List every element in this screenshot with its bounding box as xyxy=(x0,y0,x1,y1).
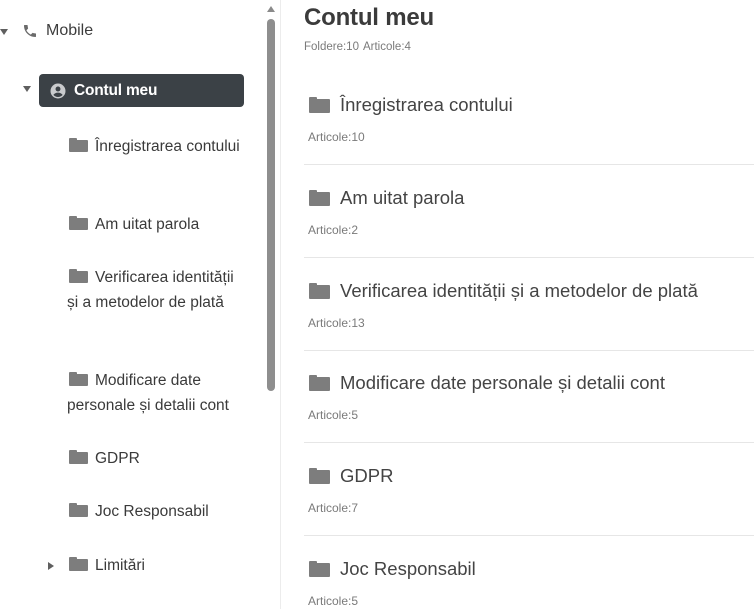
folder-card-title[interactable]: Joc Responsabil xyxy=(340,558,476,580)
sidebar-item-joc-responsabil[interactable]: Joc Responsabil xyxy=(67,499,247,524)
folder-card-title[interactable]: Verificarea identității și a metodelor d… xyxy=(340,280,698,302)
folder-card-title[interactable]: GDPR xyxy=(340,465,393,487)
folder-card-count: Articole:5 xyxy=(308,594,359,608)
expand-caret-mobile[interactable] xyxy=(0,29,8,35)
account-circle-icon xyxy=(50,83,66,98)
folder-card-count: Articole:2 xyxy=(308,223,359,237)
folder-card-count: Articole:5 xyxy=(308,408,359,422)
sidebar-item-label: Am uitat parola xyxy=(95,216,200,233)
expand-caret-contul-meu[interactable] xyxy=(23,86,31,92)
folder-icon xyxy=(309,468,330,484)
folder-card-title[interactable]: Modificare date personale și detalii con… xyxy=(340,372,665,394)
folder-card-count: Articole:13 xyxy=(308,316,365,330)
sidebar-item-label: Mobile xyxy=(46,22,94,39)
phone-icon xyxy=(24,25,36,37)
folder-card[interactable]: Joc Responsabil Articole:5 xyxy=(304,536,754,609)
sidebar-item-label: Modificare date personale și detalii con… xyxy=(67,372,229,414)
folder-card-count: Articole:7 xyxy=(308,501,359,515)
folder-icon xyxy=(309,97,330,113)
folder-icon xyxy=(309,375,330,391)
folder-icon xyxy=(69,216,88,230)
folder-count: Foldere:10 xyxy=(304,41,359,53)
sidebar-item-label: Verificarea identității și a metodelor d… xyxy=(67,269,234,311)
folder-icon xyxy=(309,190,330,206)
sidebar-item-modificare-date[interactable]: Modificare date personale și detalii con… xyxy=(67,368,247,418)
sidebar-item-limitari[interactable]: Limitări xyxy=(67,553,247,578)
sidebar-item-label: GDPR xyxy=(95,450,140,467)
sidebar-scrollbar[interactable] xyxy=(264,4,278,609)
folder-card[interactable]: Am uitat parola Articole:2 xyxy=(304,165,754,258)
sidebar-item-label: Limitări xyxy=(95,557,145,574)
folder-icon xyxy=(69,138,88,152)
sidebar-item-label: Contul meu xyxy=(74,81,158,99)
folder-icon xyxy=(69,269,88,283)
folder-card-title[interactable]: Înregistrarea contului xyxy=(340,94,513,116)
sidebar-item-verificarea-identitatii[interactable]: Verificarea identității și a metodelor d… xyxy=(67,265,247,315)
folder-card-title[interactable]: Am uitat parola xyxy=(340,187,464,209)
scroll-up-arrow-icon[interactable] xyxy=(267,6,275,12)
folder-icon xyxy=(69,557,88,571)
folder-card[interactable]: Modificare date personale și detalii con… xyxy=(304,350,754,443)
folder-card[interactable]: Verificarea identității și a metodelor d… xyxy=(304,258,754,351)
sidebar-item-label: Joc Responsabil xyxy=(95,503,209,520)
scrollbar-thumb[interactable] xyxy=(267,19,275,391)
folder-card-count: Articole:10 xyxy=(308,130,365,144)
sidebar: Mobile Contul meu Înregistrarea contului… xyxy=(0,0,280,609)
folder-card[interactable]: Înregistrarea contului Articole:10 xyxy=(304,72,754,165)
article-count: Articole:4 xyxy=(362,41,411,53)
sidebar-item-gdpr[interactable]: GDPR xyxy=(67,446,247,471)
folder-card[interactable]: GDPR Articole:7 xyxy=(304,443,754,536)
folder-icon xyxy=(309,561,330,577)
folder-icon xyxy=(69,372,88,386)
main-content: Contul meu Foldere:10 Articole:4 Înregist… xyxy=(281,0,754,609)
page-title: Contul meu xyxy=(304,4,434,31)
sidebar-item-label: Înregistrarea contului xyxy=(95,138,240,155)
sidebar-item-inregistrarea-contului[interactable]: Înregistrarea contului xyxy=(67,134,247,159)
sidebar-item-contul-meu[interactable]: Contul meu xyxy=(39,74,244,107)
folder-icon xyxy=(309,283,330,299)
page-stats: Foldere:10 Articole:4 xyxy=(304,41,415,53)
expand-caret-limitari[interactable] xyxy=(48,562,54,570)
folder-icon xyxy=(69,503,88,517)
sidebar-item-mobile[interactable]: Mobile xyxy=(22,19,93,43)
folder-icon xyxy=(69,450,88,464)
sidebar-item-am-uitat-parola[interactable]: Am uitat parola xyxy=(67,212,247,237)
